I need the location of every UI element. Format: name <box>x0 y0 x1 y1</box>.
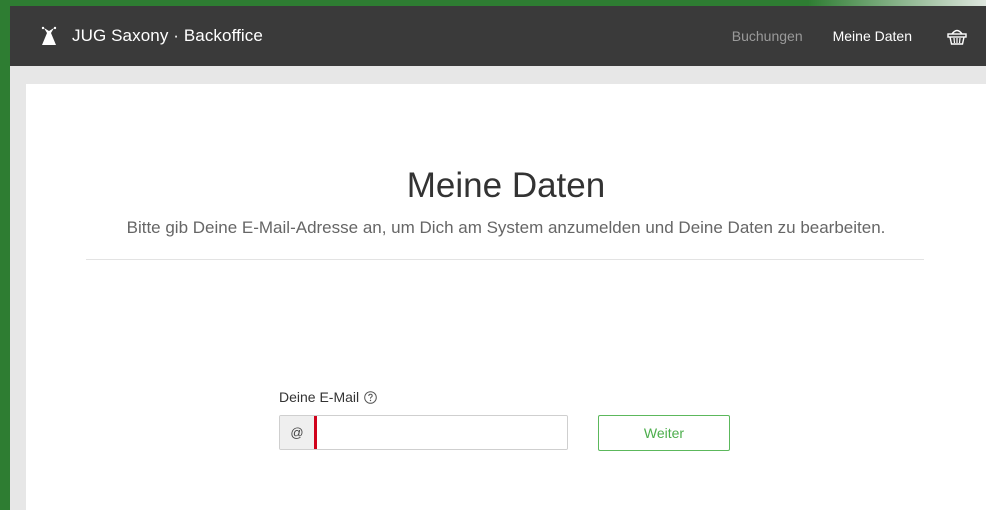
jug-logo-icon <box>41 26 57 45</box>
browser-frame: JUG Saxony · Backoffice Buchungen Meine … <box>0 0 986 510</box>
divider <box>86 259 924 260</box>
nav-item-buchungen[interactable]: Buchungen <box>732 28 803 44</box>
page-subtitle: Bitte gib Deine E-Mail-Adresse an, um Di… <box>126 218 886 237</box>
page-title: Meine Daten <box>406 166 606 205</box>
email-label: Deine E-Mail <box>279 389 377 405</box>
email-at-addon: @ <box>280 416 317 449</box>
brand-title: JUG Saxony · Backoffice <box>72 26 263 45</box>
weiter-button[interactable]: Weiter <box>598 415 730 451</box>
help-icon[interactable] <box>364 390 377 404</box>
frame-left-border <box>0 0 10 510</box>
main-content: Meine Daten Bitte gib Deine E-Mail-Adres… <box>26 84 986 510</box>
brand[interactable]: JUG Saxony · Backoffice <box>38 6 263 66</box>
email-input-group: @ <box>279 415 568 450</box>
nav-links: Buchungen Meine Daten <box>702 6 968 66</box>
basket-icon[interactable] <box>946 25 968 47</box>
top-navbar: JUG Saxony · Backoffice Buchungen Meine … <box>10 6 986 66</box>
nav-item-meine-daten[interactable]: Meine Daten <box>833 28 912 44</box>
email-field[interactable] <box>317 416 567 449</box>
email-label-text: Deine E-Mail <box>279 389 360 405</box>
